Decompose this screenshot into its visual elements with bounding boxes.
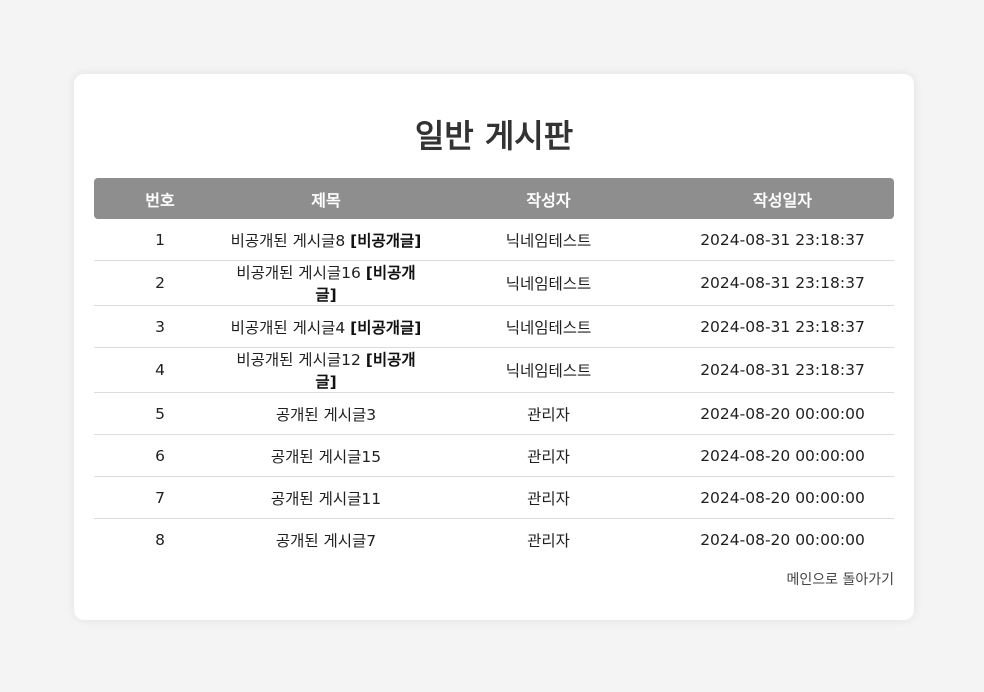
post-title-link[interactable]: 비공개된 게시글4 [비공개글] [231, 319, 422, 337]
post-author: 관리자 [426, 434, 671, 477]
column-header-number: 번호 [145, 190, 175, 210]
post-title-cell[interactable]: 비공개된 게시글4 [비공개글] [226, 305, 426, 348]
post-author: 닉네임테스트 [426, 347, 671, 393]
table-row[interactable]: 1 비공개된 게시글8 [비공개글] 닉네임테스트 2024-08-31 23:… [94, 219, 894, 261]
post-title: 비공개된 게시글16 [236, 264, 361, 282]
back-to-main-link[interactable]: 메인으로 돌아가기 [787, 569, 895, 589]
post-title-cell[interactable]: 공개된 게시글11 [226, 476, 426, 519]
post-author: 관리자 [527, 531, 570, 550]
post-author: 닉네임테스트 [426, 260, 671, 306]
column-header-date: 작성일자 [753, 190, 812, 210]
post-date: 2024-08-31 23:18:37 [671, 347, 894, 393]
post-title-link[interactable]: 비공개된 게시글8 [비공개글] [231, 232, 422, 250]
post-date: 2024-08-20 00:00:00 [671, 476, 894, 519]
post-number: 8 [155, 530, 165, 549]
post-number: 5 [94, 392, 226, 435]
post-title-link[interactable]: 공개된 게시글15 [271, 448, 381, 466]
table-row[interactable]: 4 비공개된 게시글12 [비공개글] 닉네임테스트 2024-08-31 23… [94, 347, 894, 393]
column-header-title: 제목 [311, 190, 341, 210]
board-card: 일반 게시판 번호 제목 작성자 작성일자 1 비공개된 게시글8 [비공개글]… [74, 74, 914, 620]
post-title-link[interactable]: 공개된 게시글11 [271, 490, 381, 508]
post-date: 2024-08-20 00:00:00 [671, 434, 894, 477]
column-header-author: 작성자 [526, 190, 571, 210]
table-row[interactable]: 5 공개된 게시글3 관리자 2024-08-20 00:00:00 [94, 392, 894, 435]
post-number: 4 [94, 347, 226, 393]
post-title-link[interactable]: 공개된 게시글3 [276, 406, 376, 424]
post-date: 2024-08-31 23:18:37 [671, 305, 894, 348]
post-title-cell[interactable]: 공개된 게시글7 [226, 519, 426, 561]
table-row[interactable]: 3 비공개된 게시글4 [비공개글] 닉네임테스트 2024-08-31 23:… [94, 305, 894, 348]
post-number: 7 [94, 476, 226, 519]
table-row[interactable]: 2 비공개된 게시글16 [비공개글] 닉네임테스트 2024-08-31 23… [94, 260, 894, 306]
post-date: 2024-08-31 23:18:37 [671, 260, 894, 306]
board-table: 번호 제목 작성자 작성일자 1 비공개된 게시글8 [비공개글] 닉네임테스트… [94, 178, 894, 560]
post-title-cell[interactable]: 비공개된 게시글8 [비공개글] [226, 219, 426, 261]
post-title-cell[interactable]: 비공개된 게시글12 [비공개글] [226, 347, 426, 393]
post-number: 1 [94, 219, 226, 261]
post-title-link[interactable]: 비공개된 게시글16 [비공개글] [236, 264, 415, 304]
post-author: 닉네임테스트 [426, 219, 671, 261]
table-row[interactable]: 8 공개된 게시글7 관리자 2024-08-20 00:00:00 [94, 519, 894, 561]
post-date: 2024-08-20 00:00:00 [700, 530, 865, 549]
post-title-cell[interactable]: 공개된 게시글3 [226, 392, 426, 435]
post-number: 2 [94, 260, 226, 306]
post-title: 비공개된 게시글4 [230, 318, 346, 337]
post-author: 관리자 [426, 476, 671, 519]
post-title: 공개된 게시글7 [275, 531, 377, 550]
table-row[interactable]: 7 공개된 게시글11 관리자 2024-08-20 00:00:00 [94, 476, 894, 519]
post-number: 3 [94, 305, 226, 348]
post-date: 2024-08-31 23:18:37 [671, 219, 894, 261]
post-author: 관리자 [426, 392, 671, 435]
post-author: 닉네임테스트 [426, 305, 671, 348]
post-title: 비공개된 게시글8 [230, 231, 346, 250]
private-badge: [비공개글] [350, 318, 422, 337]
post-title: 공개된 게시글11 [270, 489, 382, 508]
post-title-cell[interactable]: 공개된 게시글15 [226, 434, 426, 477]
page-title: 일반 게시판 [414, 117, 574, 155]
post-title-cell[interactable]: 비공개된 게시글16 [비공개글] [226, 260, 426, 306]
post-title-link[interactable]: 공개된 게시글7 [276, 532, 376, 550]
private-badge: [비공개글] [350, 231, 422, 250]
table-header-row: 번호 제목 작성자 작성일자 [94, 178, 894, 219]
post-title-link[interactable]: 비공개된 게시글12 [비공개글] [236, 351, 415, 391]
post-title: 비공개된 게시글12 [236, 351, 361, 369]
post-number: 6 [94, 434, 226, 477]
post-date: 2024-08-20 00:00:00 [671, 392, 894, 435]
post-title: 공개된 게시글3 [275, 405, 377, 424]
post-title: 공개된 게시글15 [270, 447, 382, 466]
table-row[interactable]: 6 공개된 게시글15 관리자 2024-08-20 00:00:00 [94, 434, 894, 477]
